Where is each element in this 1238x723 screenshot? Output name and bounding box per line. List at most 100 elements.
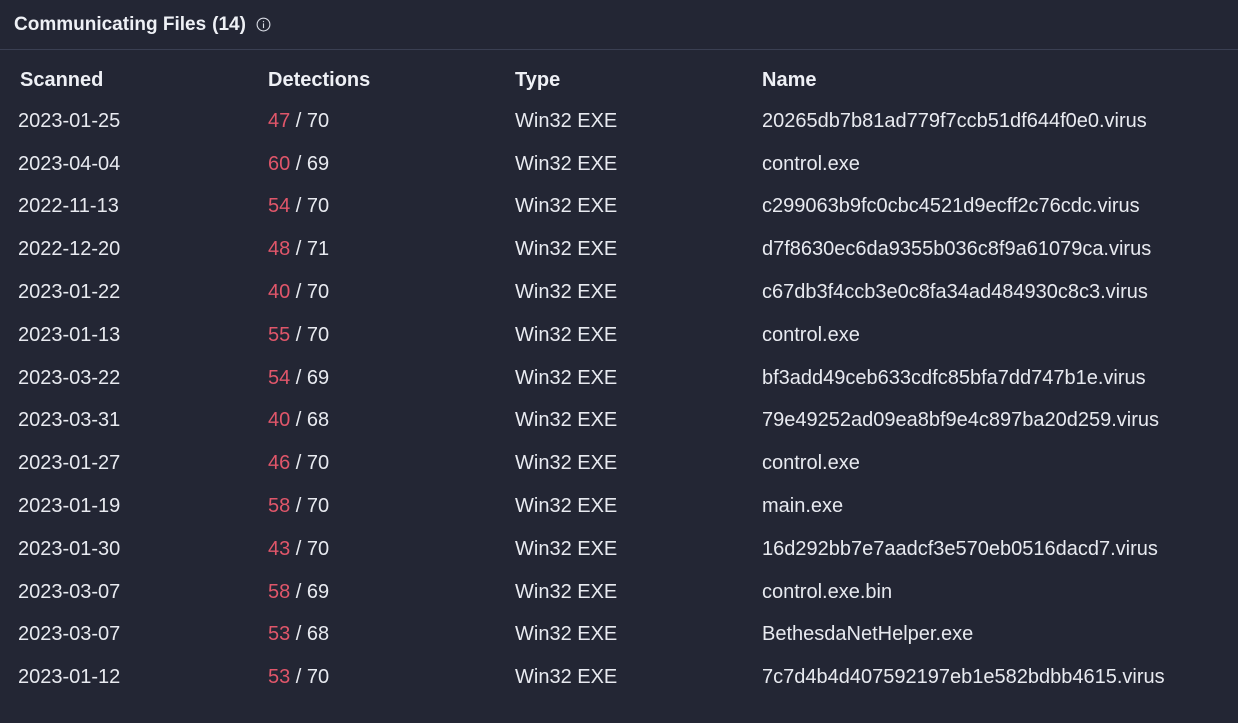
table-row[interactable]: 2023-01-12 53 / 70 Win32 EXE 7c7d4b4d407592… [0, 656, 1238, 699]
table-row[interactable]: 2023-01-13 55 / 70 Win32 EXE control.exe [0, 314, 1238, 357]
detections-total: / 69 [290, 580, 330, 603]
detections-total: / 70 [290, 495, 330, 518]
file-name-cell: 79e49252ad09ea8bf9e4c897ba20d259.virus [742, 400, 1238, 443]
table-row[interactable]: 2023-01-27 46 / 70 Win32 EXE control.exe [0, 442, 1238, 485]
file-name-cell: control.exe [742, 442, 1238, 485]
file-name-link[interactable]: control.exe [762, 153, 860, 175]
file-name-cell: control.exe [742, 314, 1238, 357]
detections-cell: 40 / 68 [248, 400, 495, 443]
file-name-cell: 20265db7b81ad779f7ccb51df644f0e0.virus [742, 100, 1238, 143]
file-name-cell: control.exe [742, 143, 1238, 186]
scanned-date: 2023-03-31 [18, 409, 121, 432]
file-name-link[interactable]: control.exe.bin [762, 581, 892, 603]
table-row[interactable]: 2023-01-22 40 / 70 Win32 EXE c67db3f4ccb3e0… [0, 271, 1238, 314]
detections-total: / 69 [290, 366, 330, 389]
file-name-cell: BethesdaNetHelper.exe [742, 614, 1238, 657]
scanned-date: 2023-01-19 [18, 495, 121, 518]
panel-header: Communicating Files (14) [0, 0, 1238, 50]
detections-cell: 48 / 71 [248, 228, 495, 271]
detections-positive: 40 [268, 409, 291, 432]
file-name-link[interactable]: 79e49252ad09ea8bf9e4c897ba20d259.virus [762, 409, 1159, 431]
file-type: Win32 EXE [515, 195, 618, 218]
column-header-name[interactable]: Name [742, 60, 1238, 100]
detections-positive: 53 [268, 623, 291, 646]
table-row[interactable]: 2023-03-07 53 / 68 Win32 EXE BethesdaNetHel… [0, 614, 1238, 657]
column-header-type[interactable]: Type [495, 60, 742, 100]
file-name-link[interactable]: main.exe [762, 495, 843, 517]
detections-positive: 46 [268, 452, 291, 475]
file-name-link[interactable]: d7f8630ec6da9355b036c8f9a61079ca.virus [762, 238, 1151, 260]
file-type: Win32 EXE [515, 666, 618, 689]
table-header-row: Scanned Detections Type Name [0, 60, 1238, 100]
file-type: Win32 EXE [515, 409, 618, 432]
detections-total: / 71 [290, 238, 330, 261]
column-header-scanned[interactable]: Scanned [0, 60, 248, 100]
scanned-date: 2023-03-22 [18, 366, 121, 389]
file-count: (14) [212, 13, 246, 35]
detections-cell: 46 / 70 [248, 442, 495, 485]
file-name-cell: c299063b9fc0cbc4521d9ecff2c76cdc.virus [742, 186, 1238, 229]
scanned-date: 2023-01-27 [18, 452, 121, 475]
file-name-link[interactable]: c299063b9fc0cbc4521d9ecff2c76cdc.virus [762, 195, 1140, 217]
table-row[interactable]: 2023-03-22 54 / 69 Win32 EXE bf3add49ceb633… [0, 357, 1238, 400]
table-row[interactable]: 2022-12-20 48 / 71 Win32 EXE d7f8630ec6da93… [0, 228, 1238, 271]
scanned-date: 2023-01-30 [18, 537, 121, 560]
table-row[interactable]: 2023-01-30 43 / 70 Win32 EXE 16d292bb7e7aad… [0, 528, 1238, 571]
file-name-cell: main.exe [742, 485, 1238, 528]
detections-positive: 54 [268, 195, 291, 218]
detections-positive: 60 [268, 152, 291, 175]
file-name-link[interactable]: control.exe [762, 452, 860, 474]
file-type: Win32 EXE [515, 537, 618, 560]
detections-positive: 53 [268, 666, 291, 689]
info-circle-icon[interactable] [256, 17, 271, 32]
file-name-link[interactable]: bf3add49ceb633cdfc85bfa7dd747b1e.virus [762, 367, 1146, 389]
scanned-date: 2023-01-22 [18, 281, 121, 304]
detections-cell: 40 / 70 [248, 271, 495, 314]
file-name-link[interactable]: control.exe [762, 324, 860, 346]
file-type: Win32 EXE [515, 323, 618, 346]
file-type: Win32 EXE [515, 623, 618, 646]
detections-total: / 68 [290, 623, 330, 646]
detections-cell: 54 / 69 [248, 357, 495, 400]
scanned-date: 2023-04-04 [18, 152, 121, 175]
detections-positive: 40 [268, 281, 291, 304]
table-row[interactable]: 2023-01-19 58 / 70 Win32 EXE main.exe [0, 485, 1238, 528]
file-name-link[interactable]: 20265db7b81ad779f7ccb51df644f0e0.virus [762, 110, 1147, 132]
file-name-link[interactable]: BethesdaNetHelper.exe [762, 623, 973, 645]
detections-positive: 55 [268, 323, 291, 346]
table-row[interactable]: 2023-04-04 60 / 69 Win32 EXE control.exe [0, 143, 1238, 186]
file-name-cell: d7f8630ec6da9355b036c8f9a61079ca.virus [742, 228, 1238, 271]
detections-cell: 43 / 70 [248, 528, 495, 571]
table-row[interactable]: 2022-11-13 54 / 70 Win32 EXE c299063b9fc0cb… [0, 186, 1238, 229]
detections-total: / 70 [290, 323, 330, 346]
file-type: Win32 EXE [515, 452, 618, 475]
file-type: Win32 EXE [515, 580, 618, 603]
scanned-date: 2023-01-25 [18, 109, 121, 132]
file-type: Win32 EXE [515, 152, 618, 175]
table-row[interactable]: 2023-03-07 58 / 69 Win32 EXE control.exe.bi… [0, 571, 1238, 614]
file-name-cell: control.exe.bin [742, 571, 1238, 614]
detections-cell: 58 / 70 [248, 485, 495, 528]
scanned-date: 2023-01-13 [18, 323, 121, 346]
file-name-link[interactable]: 7c7d4b4d407592197eb1e582bdbb4615.virus [762, 666, 1165, 688]
table-row[interactable]: 2023-03-31 40 / 68 Win32 EXE 79e49252ad09ea… [0, 400, 1238, 443]
file-name-link[interactable]: c67db3f4ccb3e0c8fa34ad484930c8c3.virus [762, 281, 1148, 303]
scanned-date: 2022-11-13 [18, 195, 119, 218]
file-type: Win32 EXE [515, 109, 618, 132]
detections-total: / 70 [290, 281, 330, 304]
file-type: Win32 EXE [515, 281, 618, 304]
detections-positive: 43 [268, 537, 291, 560]
file-name-link[interactable]: 16d292bb7e7aadcf3e570eb0516dacd7.virus [762, 538, 1158, 560]
scanned-date: 2023-03-07 [18, 623, 121, 646]
detections-positive: 58 [268, 580, 291, 603]
table-row[interactable]: 2023-01-25 47 / 70 Win32 EXE 20265db7b81ad7… [0, 100, 1238, 143]
detections-total: / 70 [290, 452, 330, 475]
detections-cell: 54 / 70 [248, 186, 495, 229]
detections-total: / 70 [290, 537, 330, 560]
communicating-files-table: Scanned Detections Type Name 2023-01-25 4… [0, 60, 1238, 699]
detections-positive: 58 [268, 495, 291, 518]
detections-total: / 68 [290, 409, 330, 432]
file-name-cell: 7c7d4b4d407592197eb1e582bdbb4615.virus [742, 656, 1238, 699]
scanned-date: 2023-03-07 [18, 580, 121, 603]
column-header-detections[interactable]: Detections [248, 60, 495, 100]
